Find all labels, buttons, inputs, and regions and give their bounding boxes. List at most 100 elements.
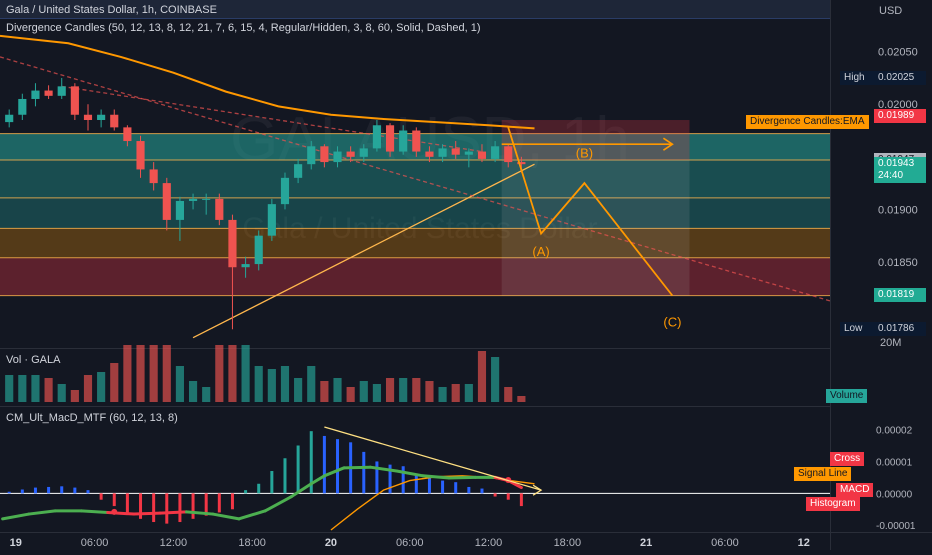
candle-16[interactable] (215, 198, 224, 220)
macd-histogram-bar-3[interactable] (47, 486, 51, 494)
volume-bar-1[interactable] (18, 375, 27, 402)
candle-33[interactable] (438, 148, 447, 157)
candle-38[interactable] (504, 146, 513, 163)
macd-histogram-bar-2[interactable] (33, 487, 37, 494)
candle-34[interactable] (451, 148, 460, 155)
volume-bar-31[interactable] (412, 378, 421, 402)
candle-6[interactable] (83, 114, 93, 121)
macd-histogram-bar-0[interactable] (7, 491, 11, 494)
candle-0[interactable] (5, 114, 14, 123)
macd-histogram-bar-35[interactable] (467, 486, 471, 494)
candle-30[interactable] (399, 130, 408, 152)
candle-24[interactable] (320, 146, 329, 163)
candle-11[interactable] (149, 169, 158, 184)
candle-35[interactable] (464, 151, 473, 155)
candle-15[interactable] (202, 198, 211, 200)
volume-bar-27[interactable] (359, 381, 368, 402)
macd-histogram-bar-9[interactable] (125, 493, 129, 513)
macd-histogram-bar-36[interactable] (480, 488, 484, 494)
volume-bar-0[interactable] (5, 375, 14, 402)
macd-histogram-bar-32[interactable] (427, 477, 431, 494)
macd-histogram-bar-31[interactable] (414, 474, 418, 494)
candle-1[interactable] (18, 98, 27, 115)
candle-32[interactable] (425, 151, 434, 157)
macd-histogram-bar-34[interactable] (454, 482, 458, 494)
candle-4[interactable] (57, 86, 66, 96)
volume-bar-10[interactable] (136, 345, 145, 402)
volume-bar-11[interactable] (149, 345, 158, 402)
candle-23[interactable] (307, 146, 316, 165)
volume-bar-5[interactable] (70, 390, 79, 402)
macd-histogram-bar-25[interactable] (336, 439, 340, 494)
volume-bar-21[interactable] (280, 366, 290, 402)
trading-chart[interactable]: GALAUSD, 1hGala / United States Dollar(A… (0, 0, 932, 550)
macd-histogram-bar-39[interactable] (519, 493, 523, 507)
candle-37[interactable] (491, 146, 500, 159)
macd-histogram-bar-16[interactable] (217, 493, 221, 513)
volume-bar-30[interactable] (399, 378, 408, 402)
macd-histogram-bar-6[interactable] (86, 490, 90, 494)
volume-bar-12[interactable] (162, 345, 171, 402)
macd-histogram-bar-18[interactable] (244, 490, 248, 494)
macd-histogram-bar-24[interactable] (322, 435, 326, 494)
candle-31[interactable] (412, 130, 421, 152)
volume-bar-39[interactable] (517, 396, 526, 402)
candle-14[interactable] (188, 198, 198, 201)
macd-histogram-bar-14[interactable] (191, 493, 195, 519)
volume-bar-35[interactable] (464, 384, 473, 402)
volume-bar-16[interactable] (215, 345, 224, 402)
volume-bar-34[interactable] (451, 384, 460, 402)
candle-10[interactable] (136, 141, 145, 170)
volume-bar-8[interactable] (110, 363, 119, 402)
volume-bar-29[interactable] (385, 378, 395, 402)
volume-bar-15[interactable] (202, 387, 211, 402)
volume-bar-3[interactable] (44, 378, 53, 402)
macd-histogram-bar-4[interactable] (60, 486, 64, 494)
candle-27[interactable] (359, 148, 368, 157)
macd-histogram-bar-17[interactable] (230, 493, 234, 510)
macd-histogram-bar-13[interactable] (178, 493, 182, 523)
candle-7[interactable] (97, 114, 106, 121)
volume-bar-25[interactable] (333, 378, 342, 402)
candle-2[interactable] (31, 90, 40, 99)
macd-histogram-bar-1[interactable] (20, 489, 24, 494)
candle-3[interactable] (44, 90, 53, 96)
position-box-target[interactable] (501, 159, 690, 296)
volume-bar-20[interactable] (267, 369, 276, 402)
macd-histogram-bar-21[interactable] (283, 458, 287, 494)
candle-25[interactable] (333, 151, 342, 163)
position-box-risk[interactable] (501, 120, 690, 160)
macd-histogram-bar-5[interactable] (73, 487, 77, 494)
volume-bar-26[interactable] (346, 387, 355, 402)
candle-29[interactable] (385, 125, 395, 152)
candle-17[interactable] (228, 219, 237, 268)
candle-13[interactable] (175, 200, 184, 220)
candle-22[interactable] (294, 164, 303, 178)
macd-histogram-bar-8[interactable] (112, 493, 116, 507)
volume-bar-7[interactable] (97, 372, 106, 402)
volume-bar-19[interactable] (254, 366, 263, 402)
candle-26[interactable] (346, 151, 355, 157)
macd-histogram-bar-30[interactable] (401, 466, 405, 494)
volume-bar-38[interactable] (504, 387, 513, 402)
candle-20[interactable] (267, 204, 276, 236)
candle-28[interactable] (372, 125, 381, 149)
volume-bar-4[interactable] (57, 384, 66, 402)
volume-bar-14[interactable] (188, 381, 198, 402)
candle-5[interactable] (70, 86, 79, 115)
volume-bar-37[interactable] (491, 357, 500, 402)
macd-histogram-bar-38[interactable] (506, 493, 510, 500)
volume-bar-6[interactable] (83, 375, 93, 402)
candle-19[interactable] (254, 235, 263, 265)
volume-bar-36[interactable] (477, 351, 487, 402)
volume-bar-22[interactable] (294, 378, 303, 402)
macd-histogram-bar-19[interactable] (257, 483, 261, 494)
candle-9[interactable] (123, 127, 132, 142)
volume-bar-28[interactable] (372, 384, 381, 402)
volume-bar-2[interactable] (31, 375, 40, 402)
macd-histogram-bar-37[interactable] (493, 493, 497, 497)
volume-bar-9[interactable] (123, 345, 132, 402)
candle-21[interactable] (280, 177, 290, 205)
volume-bar-33[interactable] (438, 387, 447, 402)
macd-histogram-bar-28[interactable] (375, 461, 379, 494)
